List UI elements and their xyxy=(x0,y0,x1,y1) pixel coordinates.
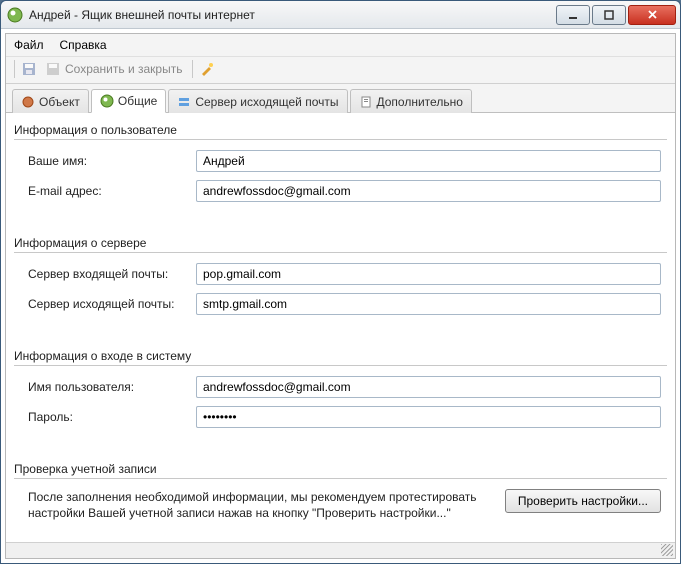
section-user-info-title: Информация о пользователе xyxy=(14,119,667,139)
save-and-close-button[interactable]: Сохранить и закрыть xyxy=(41,59,186,79)
section-login-info-title: Информация о входе в систему xyxy=(14,345,667,365)
section-divider xyxy=(14,139,667,140)
tab-content: Информация о пользователе Ваше имя: E-ma… xyxy=(6,113,675,542)
toolbar: Сохранить и закрыть xyxy=(6,57,675,84)
statusbar xyxy=(6,542,675,558)
tab-advanced[interactable]: Дополнительно xyxy=(350,89,472,113)
save-close-icon xyxy=(45,61,61,77)
tab-object-label: Объект xyxy=(39,95,80,109)
server-icon xyxy=(177,95,191,109)
password-label: Пароль: xyxy=(28,410,196,424)
object-icon xyxy=(21,95,35,109)
username-label: Имя пользователя: xyxy=(28,380,196,394)
verify-settings-button[interactable]: Проверить настройки... xyxy=(505,489,661,513)
name-label: Ваше имя: xyxy=(28,154,196,168)
tab-object[interactable]: Объект xyxy=(12,89,89,113)
tab-general[interactable]: Общие xyxy=(91,89,166,113)
outgoing-server-label: Сервер исходящей почты: xyxy=(28,297,196,311)
verify-description: После заполнения необходимой информации,… xyxy=(28,489,493,521)
menu-file[interactable]: Файл xyxy=(14,38,44,52)
tab-advanced-label: Дополнительно xyxy=(377,95,463,109)
section-divider xyxy=(14,252,667,253)
incoming-server-input[interactable] xyxy=(196,263,661,285)
resize-grip[interactable] xyxy=(661,544,673,556)
maximize-button[interactable] xyxy=(592,5,626,25)
client-area: Файл Справка Сохранить и закрыть xyxy=(5,33,676,559)
close-button[interactable] xyxy=(628,5,676,25)
section-divider xyxy=(14,478,667,479)
outgoing-server-input[interactable] xyxy=(196,293,661,315)
tab-general-label: Общие xyxy=(118,94,157,108)
incoming-server-label: Сервер входящей почты: xyxy=(28,267,196,281)
app-window: Андрей - Ящик внешней почты интернет Фай… xyxy=(0,0,681,564)
save-icon[interactable] xyxy=(21,61,37,77)
menu-help[interactable]: Справка xyxy=(60,38,107,52)
minimize-button[interactable] xyxy=(556,5,590,25)
section-verify-title: Проверка учетной записи xyxy=(14,458,667,478)
email-label: E-mail адрес: xyxy=(28,184,196,198)
section-divider xyxy=(14,365,667,366)
section-server-info-title: Информация о сервере xyxy=(14,232,667,252)
titlebar[interactable]: Андрей - Ящик внешней почты интернет xyxy=(1,1,680,29)
tab-outgoing-server[interactable]: Сервер исходящей почты xyxy=(168,89,347,113)
toolbar-separator xyxy=(192,60,193,78)
save-close-label: Сохранить и закрыть xyxy=(65,62,182,76)
menubar: Файл Справка xyxy=(6,34,675,57)
wizard-icon[interactable] xyxy=(199,61,215,77)
app-icon xyxy=(7,7,23,23)
tab-bar: Объект Общие Сервер исходящей почты Допо… xyxy=(6,84,675,113)
tab-outgoing-label: Сервер исходящей почты xyxy=(195,95,338,109)
password-input[interactable] xyxy=(196,406,661,428)
advanced-icon xyxy=(359,95,373,109)
toolbar-separator xyxy=(14,60,15,78)
window-title: Андрей - Ящик внешней почты интернет xyxy=(29,8,554,22)
name-input[interactable] xyxy=(196,150,661,172)
general-icon xyxy=(100,94,114,108)
email-input[interactable] xyxy=(196,180,661,202)
username-input[interactable] xyxy=(196,376,661,398)
